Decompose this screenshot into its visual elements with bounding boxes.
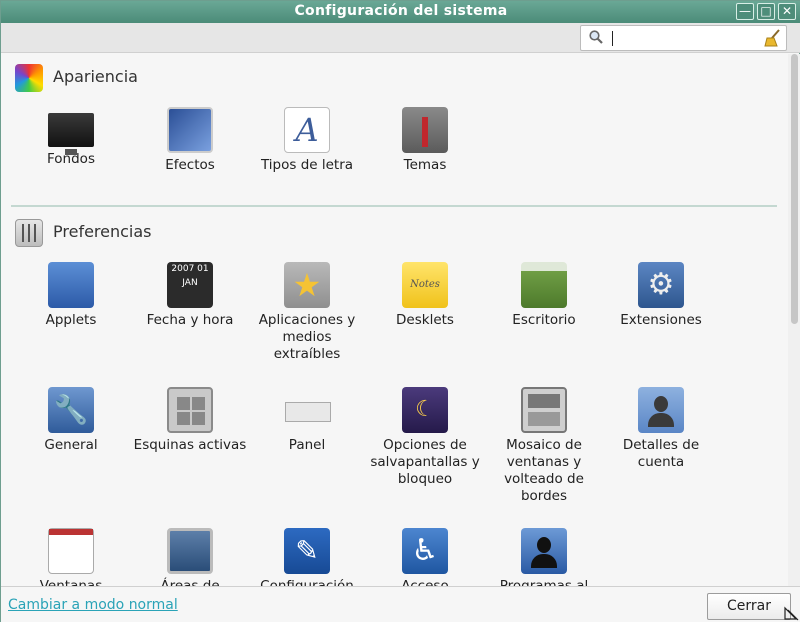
settings-item-screensaver[interactable]: ☾ Opciones de salvapantallas y bloqueo [366,387,484,488]
switch-mode-link[interactable]: Cambiar a modo normal [8,597,178,613]
settings-item-startup-programs[interactable]: Programas al [485,528,603,586]
item-label: Panel [288,437,326,453]
section-title: Apariencia [53,67,138,86]
item-label: Extensiones [620,312,702,328]
settings-item-themes[interactable]: Temas [366,107,484,174]
search-icon [589,30,603,44]
accessibility-icon: ♿ [402,528,448,574]
general-icon: 🔧 [48,387,94,433]
item-label: General [44,437,98,453]
desklets-icon: Notes [402,262,448,308]
title-bar[interactable]: Configuración del sistema — □ ✕ [1,1,800,23]
item-label: Applets [45,312,97,328]
settings-item-hot-corners[interactable]: Esquinas activas [131,387,249,454]
item-label: Esquinas activas [133,437,247,453]
scrollbar-thumb[interactable] [791,54,798,324]
panel-icon [284,387,331,433]
desktop-icon [521,262,567,308]
settings-window: Configuración del sistema — □ ✕ Aparienc… [0,0,800,622]
resize-grip-icon[interactable] [783,604,799,621]
item-label: Acceso [401,578,449,586]
startup-programs-icon [521,528,567,574]
backgrounds-icon [48,113,94,155]
settings-item-desktop[interactable]: Escritorio [485,262,603,329]
settings-item-date-time[interactable]: 2007 01 JAN Fecha y hora [131,262,249,329]
settings-item-accessibility[interactable]: ♿ Acceso [366,528,484,586]
item-label: Mosaico de ventanas y volteado de bordes [504,437,584,504]
section-divider [11,205,777,207]
settings-item-general[interactable]: 🔧 General [12,387,130,454]
settings-item-extensions[interactable]: ⚙ Extensiones [602,262,720,329]
section-title: Preferencias [53,222,152,241]
removable-media-icon: ★ [284,262,330,308]
text-caret [612,31,613,46]
settings-item-language[interactable]: ✎ Configuración [248,528,366,586]
item-label: Ventanas [39,578,103,586]
settings-item-windows[interactable]: Ventanas [12,528,130,586]
item-label: Escritorio [512,312,576,328]
item-label: Efectos [165,157,215,173]
settings-item-window-tiling[interactable]: Mosaico de ventanas y volteado de bordes [485,387,603,505]
item-label: Fecha y hora [146,312,234,328]
fonts-icon: A [284,107,330,153]
extensions-icon: ⚙ [638,262,684,308]
themes-icon [402,107,448,153]
hot-corners-icon [167,387,213,433]
account-details-icon [638,387,684,433]
language-icon: ✎ [284,528,330,574]
settings-content[interactable]: Apariencia Fondos Efectos A Tipos de let… [1,54,787,586]
settings-item-backgrounds[interactable]: Fondos [12,107,130,168]
minimize-button[interactable]: — [736,3,754,20]
search-input[interactable] [580,25,787,51]
settings-item-panel[interactable]: Panel [248,387,366,454]
effects-icon [167,107,213,153]
workspaces-icon [167,528,213,574]
item-label: Opciones de salvapantallas y bloqueo [370,437,480,487]
appearance-icon [15,64,43,92]
vertical-scrollbar[interactable] [788,54,800,586]
item-label: Programas al [499,578,589,586]
item-label: Detalles de cuenta [622,437,700,470]
item-label: Desklets [396,312,454,328]
window-tiling-icon [521,387,567,433]
toolbar [1,23,800,53]
settings-item-removable-media[interactable]: ★ Aplicaciones y medios extraíbles [248,262,366,363]
applets-icon [48,262,94,308]
screensaver-icon: ☾ [402,387,448,433]
settings-item-effects[interactable]: Efectos [131,107,249,174]
date-time-icon: 2007 01 JAN [167,262,213,308]
windows-icon [48,528,94,574]
item-label: Tipos de letra [260,157,354,173]
item-label: Áreas de [160,578,220,586]
settings-item-fonts[interactable]: A Tipos de letra [248,107,366,174]
settings-item-account-details[interactable]: Detalles de cuenta [602,387,720,471]
close-window-button[interactable]: ✕ [778,3,796,20]
item-label: Configuración [260,578,354,586]
close-button[interactable]: Cerrar [707,593,791,620]
window-title: Configuración del sistema [294,3,508,19]
item-label: Aplicaciones y medios extraíbles [258,312,356,362]
footer: Cambiar a modo normal Cerrar [1,586,800,622]
preferences-icon [15,219,43,247]
settings-item-desklets[interactable]: Notes Desklets [366,262,484,329]
maximize-button[interactable]: □ [757,3,775,20]
settings-item-applets[interactable]: Applets [12,262,130,329]
clear-search-icon[interactable] [764,29,782,47]
settings-item-workspaces[interactable]: Áreas de [131,528,249,586]
item-label: Temas [403,157,447,173]
